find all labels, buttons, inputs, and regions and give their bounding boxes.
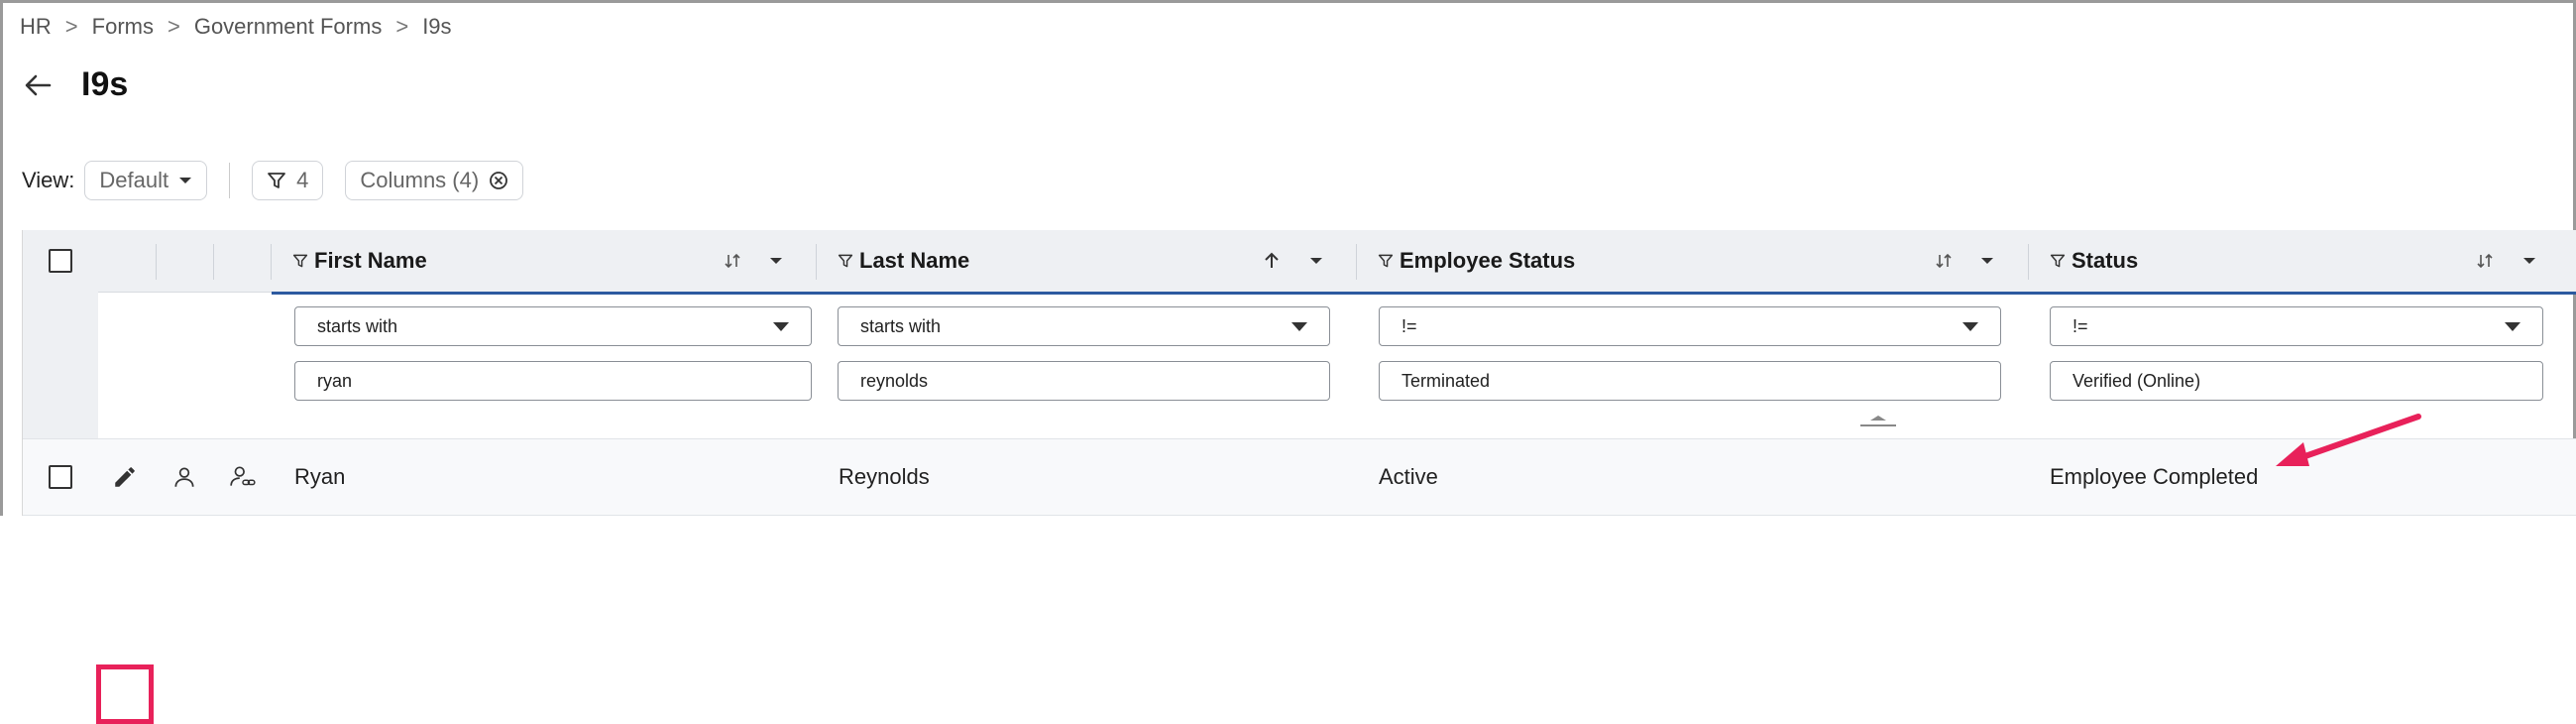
annotation-arrow-icon: [2276, 414, 2421, 466]
link-employee-button[interactable]: [229, 439, 257, 515]
cell-last-name: Reynolds: [839, 464, 930, 489]
funnel-icon: [268, 173, 286, 188]
select-all-checkbox[interactable]: [49, 249, 72, 273]
toolbar: View: Default 4 Columns (4): [22, 161, 524, 200]
column-header-label: Status: [2072, 248, 2139, 273]
sort-arrows-icon[interactable]: [1934, 230, 1954, 292]
column-header-status[interactable]: Status: [2050, 230, 2138, 292]
column-separator[interactable]: [1356, 244, 1357, 280]
filter-value-last-name[interactable]: [838, 361, 1330, 401]
column-menu-caret-icon[interactable]: [1980, 230, 1994, 292]
filter-value-employee-status[interactable]: [1379, 361, 2001, 401]
breadcrumb-government-forms[interactable]: Government Forms: [194, 14, 383, 40]
breadcrumb: HR > Forms > Government Forms > I9s: [20, 14, 452, 40]
columns-label: Columns (4): [360, 168, 480, 192]
close-circle-icon[interactable]: [489, 171, 508, 190]
column-separator[interactable]: [271, 244, 272, 280]
funnel-icon: [838, 253, 853, 269]
table-row[interactable]: Ryan Reynolds Active Employee Completed: [23, 438, 2576, 516]
column-header-label: First Name: [314, 248, 427, 273]
view-select-value: Default: [99, 168, 169, 192]
cell-status: Employee Completed: [2050, 464, 2259, 489]
sort-arrows-icon[interactable]: [2475, 230, 2495, 292]
person-link-icon: [230, 466, 256, 486]
caret-down-icon: [1962, 322, 1978, 331]
column-menu-caret-icon[interactable]: [769, 230, 783, 292]
funnel-icon: [292, 253, 308, 269]
columns-button[interactable]: Columns (4): [345, 161, 524, 200]
cell-first-name: Ryan: [294, 464, 346, 489]
filter-operator-first-name[interactable]: starts with: [294, 306, 812, 346]
filter-value-status[interactable]: [2050, 361, 2543, 401]
filter-operator-value: !=: [1401, 315, 1417, 336]
filter-operator-employee-status[interactable]: !=: [1379, 306, 2001, 346]
breadcrumb-separator: >: [64, 14, 78, 39]
column-separator[interactable]: [156, 244, 157, 280]
breadcrumb-separator: >: [395, 14, 409, 39]
filter-button[interactable]: 4: [252, 161, 324, 200]
row-select-checkbox[interactable]: [49, 465, 72, 489]
sort-ascending-icon[interactable]: [1262, 230, 1282, 292]
sort-arrows-icon[interactable]: [723, 230, 742, 292]
filter-count: 4: [296, 168, 309, 192]
edit-button[interactable]: [112, 439, 138, 515]
filter-operator-value: starts with: [317, 315, 398, 336]
view-label: View:: [22, 168, 75, 192]
edit-button-highlight: [96, 664, 154, 724]
breadcrumb-forms[interactable]: Forms: [92, 14, 154, 40]
view-select[interactable]: Default: [84, 161, 208, 200]
arrow-left-icon: [25, 74, 52, 95]
column-menu-caret-icon[interactable]: [1309, 230, 1323, 292]
caret-down-icon: [773, 322, 789, 331]
caret-down-icon: [1291, 322, 1307, 331]
caret-down-icon: [179, 178, 192, 183]
column-separator[interactable]: [213, 244, 214, 280]
page-header: I9s: [20, 65, 128, 104]
column-menu-caret-icon[interactable]: [2522, 230, 2536, 292]
breadcrumb-separator: >: [167, 14, 180, 39]
column-header-last-name[interactable]: Last Name: [838, 230, 969, 292]
funnel-icon: [1378, 253, 1394, 269]
person-icon: [174, 467, 194, 487]
filter-operator-last-name[interactable]: starts with: [838, 306, 1330, 346]
resize-handle-icon[interactable]: [1858, 413, 1898, 428]
pencil-icon: [115, 467, 135, 487]
page-title: I9s: [81, 65, 129, 103]
breadcrumb-i9s: I9s: [422, 14, 452, 39]
filter-operator-value: !=: [2072, 315, 2088, 336]
breadcrumb-hr[interactable]: HR: [20, 14, 52, 40]
toolbar-divider: [229, 163, 231, 198]
caret-down-icon: [2505, 322, 2520, 331]
data-grid: First Name Last Name Employee Status Sta…: [22, 230, 2576, 724]
filter-operator-status[interactable]: !=: [2050, 306, 2543, 346]
column-header-label: Last Name: [859, 248, 970, 273]
column-separator[interactable]: [2028, 244, 2029, 280]
view-employee-button[interactable]: [171, 439, 197, 515]
cell-employee-status: Active: [1379, 464, 1438, 489]
funnel-icon: [2050, 253, 2066, 269]
back-button[interactable]: [20, 67, 56, 103]
column-separator[interactable]: [816, 244, 817, 280]
column-header-label: Employee Status: [1400, 248, 1576, 273]
filter-value-first-name[interactable]: [294, 361, 812, 401]
column-header-employee-status[interactable]: Employee Status: [1378, 230, 1575, 292]
column-header-first-name[interactable]: First Name: [292, 230, 427, 292]
header-accent-line: [272, 292, 2576, 295]
filter-operator-value: starts with: [860, 315, 942, 336]
